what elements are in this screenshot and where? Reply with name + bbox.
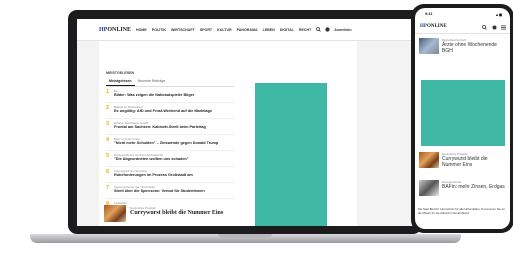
article-rank: 5	[106, 153, 110, 159]
article-rank: 7	[106, 185, 110, 191]
article-headline[interactable]: Streit über die Sperrzone: Verbot für St…	[114, 189, 234, 194]
nav-home[interactable]: HOME	[136, 28, 147, 32]
article-rank: 1	[106, 89, 110, 95]
featured-teaser[interactable]: Deutsches Produkt Currywurst bleibt die …	[104, 205, 234, 226]
site-logo[interactable]: HPONLINE	[99, 27, 131, 33]
article-headline[interactable]: "Nicht mehr Schulden" – Zinswende gegen …	[114, 141, 234, 146]
list-item[interactable]: 3 Erfurter Hochhaus-Angriff Frontal am Sa…	[106, 119, 234, 135]
laptop-frame: HPONLINE HOME POLITIK WIRTSCHAFT SPORT K…	[68, 10, 422, 234]
article-rank: 3	[106, 121, 110, 127]
phone-ad-placeholder	[421, 80, 505, 146]
list-item[interactable]: 5 Prozess Moers Gericht Landeskirche "Die…	[106, 151, 234, 167]
tab-meistgelesen[interactable]: Meistgelesen	[106, 78, 135, 86]
article-rank: 2	[106, 105, 110, 111]
nav-kultur[interactable]: KULTUR	[217, 28, 232, 32]
article-headline[interactable]: Frontal am Sachsen: Kabinett-Streit beim…	[114, 125, 234, 130]
phone-screen: 9:41 ▲◼ HPONLINE Betriebswirtschaft Ärzte…	[415, 8, 510, 229]
teaser-headline[interactable]: Currywurst bleibt die Nummer Eins	[130, 210, 223, 217]
login-link[interactable]: Anmelden	[334, 28, 351, 32]
page-main: MEISTGELESEN Meistgelesen Neueste Beiträ…	[99, 41, 357, 226]
list-item[interactable]: 7 Kontroverse an der Universität Streit ü…	[106, 183, 234, 199]
teaser-image[interactable]	[104, 205, 126, 222]
phone-footer-text: Die Saar-Bericht: Lärmschutz für alle Hö…	[418, 207, 505, 215]
nav-wirtschaft[interactable]: WIRTSCHAFT	[171, 28, 195, 32]
nav-sport[interactable]: SPORT	[200, 28, 212, 32]
section-title: MEISTGELESEN	[106, 71, 135, 75]
phone-article-thumb[interactable]	[419, 180, 439, 196]
account-icon[interactable]	[325, 27, 330, 32]
article-headline[interactable]: Bilder: Was zeigen die Nationalspieler B…	[114, 93, 234, 98]
phone-article[interactable]: Deutsches Produkt Currywurst bleibt die N…	[419, 152, 507, 168]
article-list: 1 Ex-... Bilder: Was zeigen die Nationals…	[106, 87, 234, 215]
tab-neueste[interactable]: Neueste Beiträge	[135, 78, 169, 86]
article-headline[interactable]: "Die Abgeordneten wollten uns schaden"	[114, 157, 234, 162]
article-headline[interactable]: Ruheforderungen im Prozess Großstadt am	[114, 173, 234, 178]
nav-politik[interactable]: POLITIK	[152, 28, 166, 32]
phone-time: 9:41	[425, 12, 433, 16]
article-rank: 6	[106, 169, 110, 175]
phone-article-thumb[interactable]	[419, 152, 439, 168]
phone-status-bar: 9:41 ▲◼	[415, 8, 510, 19]
phone-frame: 9:41 ▲◼ HPONLINE Betriebswirtschaft Ärzte…	[411, 4, 513, 233]
phone-article[interactable]: Betriebswirtschaft Ärzte ohne Wochenende …	[419, 38, 507, 54]
laptop-display: HPONLINE HOME POLITIK WIRTSCHAFT SPORT K…	[77, 19, 413, 226]
list-item[interactable]: 2 Balkon im Restaurant Es ungültig: AfD u…	[106, 103, 234, 119]
article-headline[interactable]: Es ungültig: AfD und Frust-Weekend auf d…	[114, 109, 234, 114]
search-icon[interactable]	[316, 27, 322, 32]
list-item[interactable]: 1 Ex-... Bilder: Was zeigen die Nationals…	[106, 87, 234, 103]
laptop-notch	[218, 234, 272, 238]
phone-header: HPONLINE	[415, 22, 510, 34]
tab-row: Meistgelesen Neueste Beiträge	[106, 78, 234, 87]
article-rank: 4	[106, 137, 110, 143]
menu-icon[interactable]	[501, 25, 506, 30]
list-item[interactable]: 6 Zugunglück am Sonntag Ruheforderungen i…	[106, 167, 234, 183]
site-header: HPONLINE HOME POLITIK WIRTSCHAFT SPORT K…	[77, 19, 413, 41]
nav-panorama[interactable]: PANORAMA	[237, 28, 258, 32]
phone-article[interactable]: Energiewende BAFin: mehr Zinsen, Erdgas	[419, 180, 507, 196]
phone-article-thumb[interactable]	[419, 38, 439, 54]
phone-article-headline[interactable]: BAFin: mehr Zinsen, Erdgas	[442, 184, 507, 190]
signal-icon: ▲◼	[495, 13, 502, 17]
phone-search-icon[interactable]	[482, 25, 488, 30]
nav-digital[interactable]: DIGITAL	[280, 28, 294, 32]
phone-article-headline[interactable]: Ärzte ohne Wochenende BGH	[442, 42, 507, 54]
phone-account-icon[interactable]	[492, 25, 497, 30]
phone-article-headline[interactable]: Currywurst bleibt die Nummer Eins	[442, 156, 507, 168]
phone-site-logo[interactable]: HPONLINE	[420, 24, 447, 29]
ad-placeholder	[255, 83, 327, 226]
list-item[interactable]: 4 Merz und die Union "Nicht mehr Schulden…	[106, 135, 234, 151]
nav-recht[interactable]: RECHT	[299, 28, 311, 32]
nav-leben[interactable]: LEBEN	[263, 28, 275, 32]
